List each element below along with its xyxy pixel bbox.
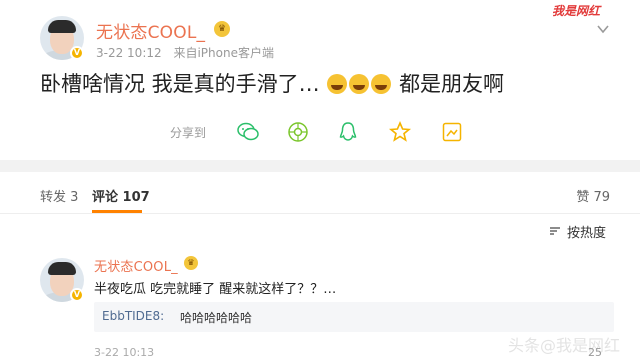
post-username[interactable]: 无状态COOL_ (96, 18, 205, 43)
weibo-post: 我是网红 V 无状态COOL_ ♛ 3-22 10:12 来自iPhone客户端… (0, 0, 640, 160)
comment-like-count[interactable]: 25 (588, 346, 602, 359)
comment-text: 半夜吃瓜 吃完就睡了 醒来就这样了？？… (94, 282, 337, 297)
share-label: 分享到 (170, 126, 207, 140)
watermark: 我是网红 (551, 4, 600, 18)
reply-username[interactable]: EbbTIDE8: (102, 309, 164, 323)
sort-by-heat-button[interactable]: 按热度 (549, 222, 606, 241)
crown-badge-icon: ♛ (214, 21, 230, 37)
section-divider (0, 160, 640, 172)
sort-icon (549, 225, 561, 241)
tab-like[interactable]: 赞 79 (576, 186, 610, 205)
sort-row: 按热度 (0, 214, 640, 250)
laugh-cry-emoji-icon (371, 74, 392, 94)
chevron-down-icon[interactable] (596, 22, 610, 36)
laugh-cry-emoji-icon (327, 74, 348, 94)
moments-icon[interactable] (286, 120, 310, 144)
qq-icon[interactable] (336, 120, 360, 144)
post-text-main: 卧槽啥情况 我是真的手滑了… (40, 72, 320, 96)
post-source: 来自iPhone客户端 (173, 46, 274, 60)
reply-box[interactable]: EbbTIDE8: 哈哈哈哈哈哈 (94, 302, 614, 332)
active-tab-indicator (92, 210, 142, 213)
sort-label: 按热度 (566, 226, 606, 241)
star-icon[interactable] (388, 120, 412, 144)
wechat-icon[interactable] (236, 120, 260, 144)
interaction-tabs: 转发 3 评论 107 赞 79 (0, 172, 640, 214)
verified-badge-icon: V (70, 288, 84, 302)
post-time: 3-22 10:12 (96, 46, 162, 60)
laugh-cry-emoji-icon (349, 74, 370, 94)
verified-badge-icon: V (70, 46, 84, 60)
comment-time: 3-22 10:13 (94, 346, 155, 359)
comment-username[interactable]: 无状态COOL_ (94, 256, 178, 275)
tab-comment[interactable]: 评论 107 (92, 186, 150, 205)
post-text: 卧槽啥情况 我是真的手滑了… 都是朋友啊 (40, 68, 504, 98)
crown-badge-icon: ♛ (184, 256, 198, 270)
tab-repost[interactable]: 转发 3 (40, 186, 78, 205)
save-image-icon[interactable] (440, 120, 464, 144)
watermark: 头条@我是网红 (507, 336, 620, 355)
post-text-tail: 都是朋友啊 (399, 72, 505, 96)
post-meta: 3-22 10:12 来自iPhone客户端 (96, 44, 282, 61)
reply-text: 哈哈哈哈哈哈 (180, 311, 253, 325)
comment-item: V 无状态COOL_ ♛ 半夜吃瓜 吃完就睡了 醒来就这样了？？… EbbTID… (0, 250, 640, 364)
